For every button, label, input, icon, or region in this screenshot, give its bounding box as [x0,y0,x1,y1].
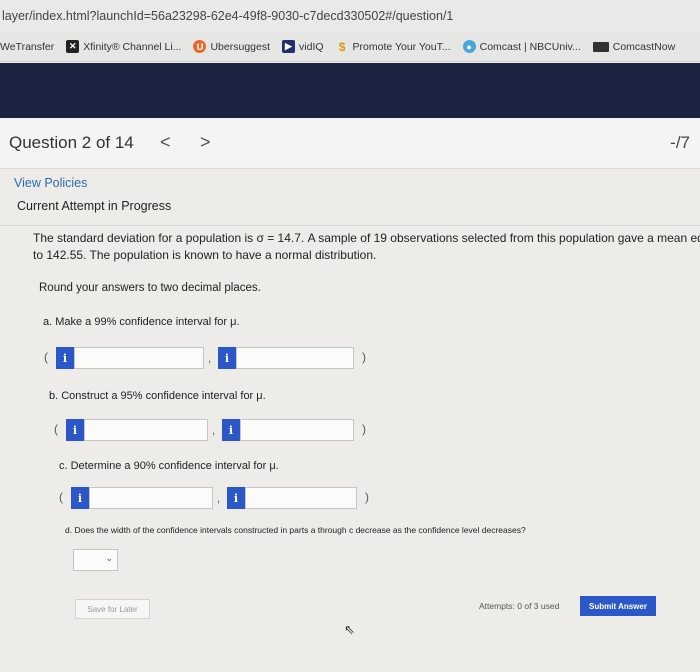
part-b-upper-input[interactable] [240,419,354,441]
part-c-label: c. Determine a 90% confidence interval f… [59,460,279,472]
vidiq-icon: ▶ [282,40,296,53]
attempts-counter: Attempts: 0 of 3 used [479,601,560,611]
submit-answer-button[interactable]: Submit Answer [580,596,656,616]
next-question-button[interactable]: > [200,132,211,153]
comma: , [217,493,221,505]
part-a-label: a. Make a 99% confidence interval for μ. [43,316,240,328]
comcastnow-icon [592,41,609,52]
part-c-upper-input[interactable] [245,487,357,509]
bookmark-xfinity[interactable]: ✕ Xfinity® Channel Li... [66,40,181,53]
x-icon: ✕ [66,40,80,53]
part-a-upper-input[interactable] [236,347,354,369]
bookmark-label: Xfinity® Channel Li... [83,40,182,53]
close-paren: ) [362,350,366,364]
part-b-label: b. Construct a 95% confidence interval f… [49,390,266,402]
info-icon[interactable]: i [56,347,74,369]
divider [0,225,700,226]
dollar-icon: $ [338,39,346,54]
comma: , [208,353,212,365]
bookmark-vidiq[interactable]: ▶ vidIQ [282,40,324,53]
view-policies-link[interactable]: View Policies [14,176,87,190]
bookmark-promote[interactable]: $ Promote Your YouT... [336,39,451,54]
chevron-down-icon: ⌄ [105,553,113,563]
bookmark-label: ComcastNow [612,40,676,53]
question-content: View Policies Current Attempt in Progres… [0,169,700,672]
bookmarks-bar: WeTransfer ✕ Xfinity® Channel Li... U Ub… [0,32,700,62]
question-score: -/7 [670,133,690,152]
open-paren: ( [59,490,63,504]
bookmark-label: vidIQ [299,40,324,53]
question-header: Question 2 of 14 < > -/7 [0,118,700,169]
course-nav-band [0,63,700,118]
question-line-2: to 142.55. The population is known to ha… [33,248,377,262]
part-a-lower-input[interactable] [74,347,204,369]
bookmark-label: Promote Your YouT... [352,40,451,53]
part-c-interval: ( i , i ) [59,487,389,511]
part-a-interval: ( i , i ) [44,347,374,371]
close-paren: ) [365,490,369,504]
bookmark-label: WeTransfer [0,40,55,53]
info-icon[interactable]: i [227,487,245,509]
bookmark-label: Ubersuggest [210,40,271,53]
bookmark-comcast[interactable]: ● Comcast | NBCUniv... [462,40,581,53]
question-line-1: The standard deviation for a population … [33,231,700,245]
rounding-instruction: Round your answers to two decimal places… [39,282,261,294]
part-d-select[interactable]: ⌄ [73,549,118,571]
bookmark-wetransfer[interactable]: WeTransfer [0,41,54,53]
bookmark-comcastnow[interactable]: ComcastNow [592,40,676,53]
part-d-label: d. Does the width of the confidence inte… [65,525,526,535]
address-bar[interactable]: layer/index.html?launchId=56a23298-62e4-… [0,0,700,32]
info-icon[interactable]: i [222,419,240,441]
ubersuggest-icon: U [193,40,207,53]
question-title: Question 2 of 14 [9,133,134,152]
comma: , [212,425,216,437]
info-icon[interactable]: i [218,347,236,369]
close-paren: ) [362,422,366,436]
bookmark-label: Comcast | NBCUniv... [479,40,581,53]
bookmark-ubersuggest[interactable]: U Ubersuggest [193,40,270,53]
open-paren: ( [54,422,58,436]
part-b-lower-input[interactable] [84,419,208,441]
question-text: The standard deviation for a population … [33,230,700,264]
mouse-cursor-icon: ⇖ [344,622,355,637]
attempt-heading: Current Attempt in Progress [17,199,172,213]
info-icon[interactable]: i [71,487,89,509]
comcast-icon: ● [462,40,476,53]
save-for-later-button[interactable]: Save for Later [75,599,150,619]
info-icon[interactable]: i [66,419,84,441]
part-b-interval: ( i , i ) [54,419,384,443]
part-c-lower-input[interactable] [89,487,213,509]
open-paren: ( [44,350,48,364]
previous-question-button[interactable]: < [160,132,171,153]
